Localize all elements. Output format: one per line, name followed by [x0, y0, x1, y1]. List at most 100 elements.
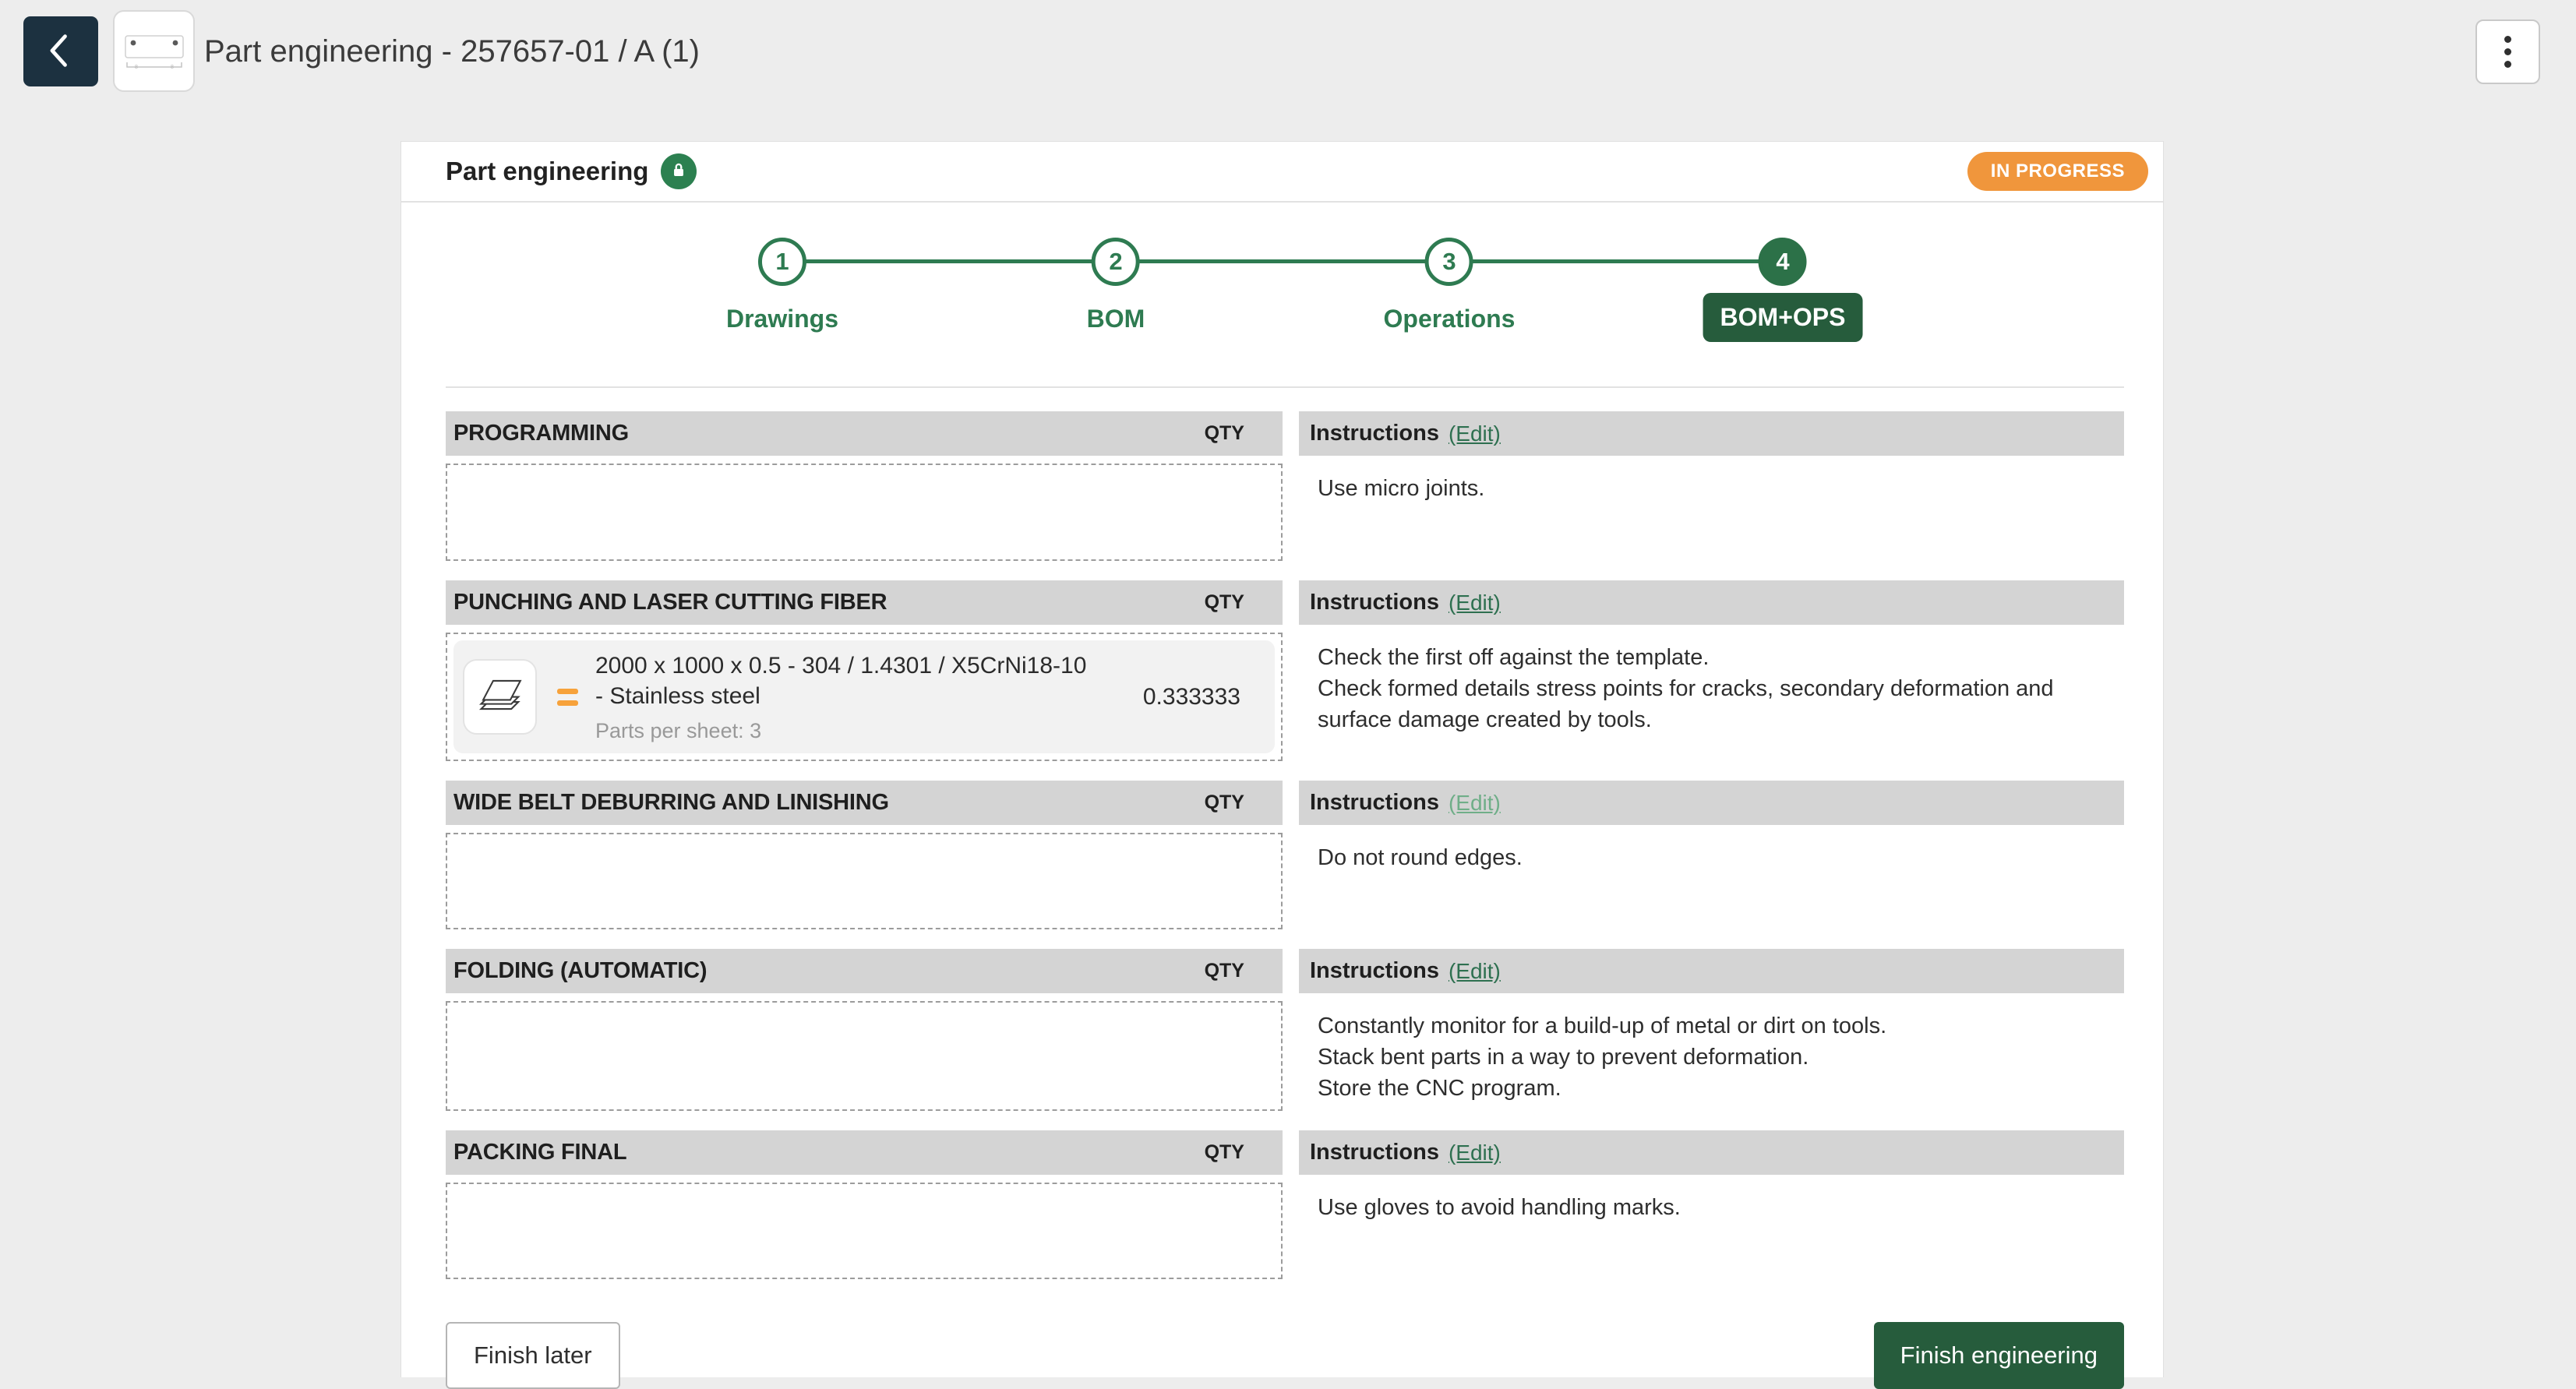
section-punching-laser-cutting: PUNCHING AND LASER CUTTING FIBER QTY	[446, 580, 2124, 761]
lock-button[interactable]	[661, 153, 697, 189]
finish-later-button[interactable]: Finish later	[446, 1322, 620, 1389]
svg-text:8: 8	[135, 65, 138, 70]
material-tile	[463, 659, 537, 735]
instruction-line: Use gloves to avoid handling marks.	[1318, 1192, 2116, 1223]
status-badge: IN PROGRESS	[1967, 152, 2148, 191]
kebab-menu-icon	[2504, 33, 2511, 71]
bom-dropzone	[446, 833, 1283, 929]
material-info: 2000 x 1000 x 0.5 - 304 / 1.4301 / X5CrN…	[595, 650, 1094, 743]
bom-dropzone	[446, 464, 1283, 561]
instruction-line: Stack bent parts in a way to prevent def…	[1318, 1042, 2116, 1073]
step-label-active: BOM+OPS	[1703, 293, 1863, 342]
section-programming: PROGRAMMING QTY Instructions (Edit) Use …	[446, 411, 2124, 561]
back-button[interactable]	[23, 16, 98, 86]
step-bom[interactable]: 2 BOM	[1087, 238, 1145, 333]
bom-dropzone	[446, 1001, 1283, 1111]
bom-dropzone	[446, 1183, 1283, 1279]
section-right-column: Instructions (Edit) Constantly monitor f…	[1299, 949, 2124, 1111]
section-header: FOLDING (AUTOMATIC) QTY	[446, 949, 1283, 993]
section-wide-belt-deburring: WIDE BELT DEBURRING AND LINISHING QTY In…	[446, 781, 2124, 929]
section-header: PUNCHING AND LASER CUTTING FIBER QTY	[446, 580, 1283, 625]
section-left-column: WIDE BELT DEBURRING AND LINISHING QTY	[446, 781, 1283, 929]
material-qty-value: 0.333333	[1143, 684, 1240, 710]
card-header: Part engineering IN PROGRESS	[401, 142, 2163, 203]
operation-name: PUNCHING AND LASER CUTTING FIBER	[453, 590, 887, 615]
instructions-label: Instructions	[1310, 421, 1439, 446]
instructions-header: Instructions (Edit)	[1299, 580, 2124, 625]
page-title: Part engineering - 257657-01 / A (1)	[204, 0, 700, 104]
card-title: Part engineering	[446, 157, 648, 186]
finish-engineering-button[interactable]: Finish engineering	[1874, 1322, 2124, 1389]
section-packing-final: PACKING FINAL QTY Instructions (Edit) Us…	[446, 1130, 2124, 1279]
instructions-label: Instructions	[1310, 590, 1439, 615]
section-header: WIDE BELT DEBURRING AND LINISHING QTY	[446, 781, 1283, 825]
part-drawing-thumbnail-icon: 8 8	[119, 14, 189, 88]
section-left-column: FOLDING (AUTOMATIC) QTY	[446, 949, 1283, 1111]
material-row[interactable]: 2000 x 1000 x 0.5 - 304 / 1.4301 / X5CrN…	[453, 640, 1275, 753]
stepper-connector-line	[782, 259, 1783, 263]
qty-column-header: QTY	[1205, 960, 1244, 982]
svg-text:8: 8	[171, 65, 174, 70]
section-right-column: Instructions (Edit) Use gloves to avoid …	[1299, 1130, 2124, 1279]
bom-dropzone: 2000 x 1000 x 0.5 - 304 / 1.4301 / X5CrN…	[446, 633, 1283, 761]
operation-name: WIDE BELT DEBURRING AND LINISHING	[453, 790, 889, 816]
step-label: Drawings	[726, 305, 838, 333]
section-header: PACKING FINAL QTY	[446, 1130, 1283, 1175]
instructions-header: Instructions (Edit)	[1299, 1130, 2124, 1175]
part-engineering-card: Part engineering IN PROGRESS 1 Drawings …	[401, 141, 2164, 1377]
material-title: 2000 x 1000 x 0.5 - 304 / 1.4301 / X5CrN…	[595, 650, 1094, 711]
section-right-column: Instructions (Edit) Check the first off …	[1299, 580, 2124, 761]
operation-name: FOLDING (AUTOMATIC)	[453, 958, 707, 984]
more-options-button[interactable]	[2475, 19, 2540, 84]
step-bom-ops-active[interactable]: 4 BOM+OPS	[1703, 238, 1863, 342]
step-number: 3	[1425, 238, 1473, 286]
step-drawings[interactable]: 1 Drawings	[726, 238, 838, 333]
section-left-column: PROGRAMMING QTY	[446, 411, 1283, 561]
instructions-text: Check the first off against the template…	[1299, 625, 2124, 735]
step-number: 1	[758, 238, 806, 286]
section-left-column: PUNCHING AND LASER CUTTING FIBER QTY	[446, 580, 1283, 761]
instructions-header: Instructions (Edit)	[1299, 949, 2124, 993]
card-footer: Finish later Finish engineering	[446, 1322, 2124, 1389]
instructions-text: Use gloves to avoid handling marks.	[1299, 1175, 2124, 1223]
instructions-label: Instructions	[1310, 958, 1439, 984]
qty-column-header: QTY	[1205, 791, 1244, 814]
operations-list: PROGRAMMING QTY Instructions (Edit) Use …	[446, 411, 2124, 1279]
instructions-label: Instructions	[1310, 1140, 1439, 1165]
qty-column-header: QTY	[1205, 422, 1244, 445]
section-left-column: PACKING FINAL QTY	[446, 1130, 1283, 1279]
step-label: Operations	[1384, 305, 1516, 333]
section-header: PROGRAMMING QTY	[446, 411, 1283, 456]
instruction-line: Use micro joints.	[1318, 473, 2116, 504]
operation-name: PROGRAMMING	[453, 421, 629, 446]
instructions-text: Constantly monitor for a build-up of met…	[1299, 993, 2124, 1104]
instructions-header: Instructions (Edit)	[1299, 411, 2124, 456]
edit-instructions-link[interactable]: (Edit)	[1449, 591, 1501, 615]
section-right-column: Instructions (Edit) Use micro joints.	[1299, 411, 2124, 561]
edit-instructions-link[interactable]: (Edit)	[1449, 1140, 1501, 1165]
drag-handle-icon[interactable]	[557, 686, 578, 709]
edit-instructions-link[interactable]: (Edit)	[1449, 421, 1501, 446]
instructions-label: Instructions	[1310, 790, 1439, 816]
section-folding-automatic: FOLDING (AUTOMATIC) QTY Instructions (Ed…	[446, 949, 2124, 1111]
operation-name: PACKING FINAL	[453, 1140, 626, 1165]
section-right-column: Instructions (Edit) Do not round edges.	[1299, 781, 2124, 929]
part-thumbnail[interactable]: 8 8	[113, 10, 195, 92]
edit-instructions-link[interactable]: (Edit)	[1449, 959, 1501, 984]
instructions-header: Instructions (Edit)	[1299, 781, 2124, 825]
stepper: 1 Drawings 2 BOM 3 Operations 4 BOM+OPS	[446, 203, 2124, 388]
material-subtitle: Parts per sheet: 3	[595, 719, 1094, 743]
instruction-line: Check formed details stress points for c…	[1318, 673, 2116, 735]
qty-column-header: QTY	[1205, 591, 1244, 614]
lock-icon	[669, 160, 689, 183]
chevron-left-icon	[44, 29, 78, 75]
instructions-text: Do not round edges.	[1299, 825, 2124, 873]
instructions-text: Use micro joints.	[1299, 456, 2124, 504]
qty-column-header: QTY	[1205, 1141, 1244, 1164]
step-operations[interactable]: 3 Operations	[1384, 238, 1516, 333]
instruction-line: Constantly monitor for a build-up of met…	[1318, 1010, 2116, 1042]
instruction-line: Do not round edges.	[1318, 842, 2116, 873]
instruction-line: Store the CNC program.	[1318, 1073, 2116, 1104]
instruction-line: Check the first off against the template…	[1318, 642, 2116, 673]
edit-instructions-link[interactable]: (Edit)	[1449, 791, 1501, 816]
